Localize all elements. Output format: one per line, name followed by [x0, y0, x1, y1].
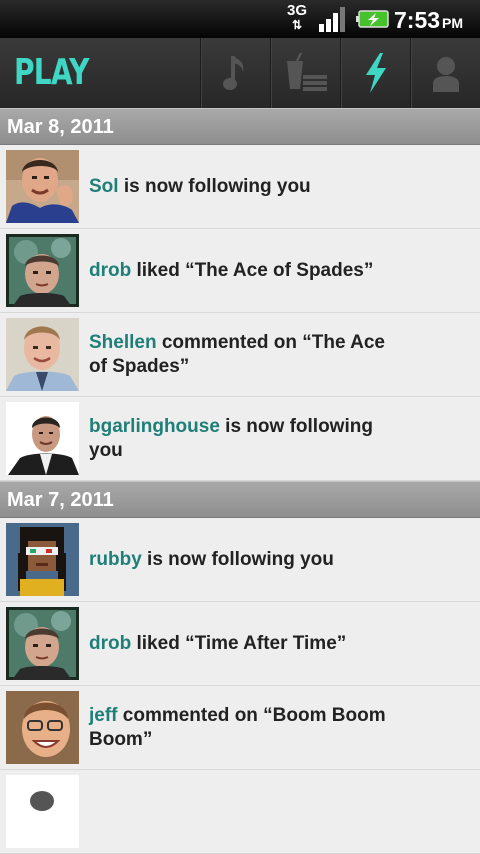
tab-music[interactable] [200, 38, 270, 108]
item-text: drob liked “The Ace of Spades” [89, 229, 389, 313]
activity-feed: Mar 8, 2011 Sol is now following you dro… [0, 108, 480, 854]
item-text: Shellen commented on “The Ace of Spades” [89, 313, 389, 397]
clock: 7:53 PM [394, 6, 478, 34]
item-text [89, 770, 389, 854]
item-text: Sol is now following you [89, 145, 389, 229]
clock-time: 7:53 [394, 7, 441, 33]
list-item[interactable]: bgarlinghouse is now following you [0, 397, 480, 481]
username-link[interactable]: bgarlinghouse [89, 416, 220, 437]
avatar[interactable] [6, 234, 79, 307]
tab-activity[interactable] [340, 38, 410, 108]
username-link[interactable]: drob [89, 260, 131, 281]
music-note-icon [222, 56, 243, 90]
item-text: rubby is now following you [89, 518, 389, 602]
status-bar: 3G ⇅ 7:53 PM [0, 0, 480, 38]
activity-text: commented on “Boom Boom Boom” [89, 705, 386, 750]
avatar[interactable] [6, 775, 79, 848]
list-item[interactable]: jeff commented on “Boom Boom Boom” [0, 686, 480, 770]
date-header: Mar 7, 2011 [0, 481, 480, 518]
avatar[interactable] [6, 150, 79, 223]
activity-text: liked “The Ace of Spades” [131, 260, 374, 281]
activity-text: is now following you [141, 549, 334, 570]
drink-queue-icon [286, 53, 327, 91]
username-link[interactable]: Shellen [89, 332, 157, 353]
clock-ampm: PM [442, 15, 464, 31]
username-link[interactable]: Sol [89, 176, 119, 197]
network-3g-icon: 3G ⇅ [286, 2, 307, 32]
network-type: 3G [286, 2, 307, 19]
item-text: jeff commented on “Boom Boom Boom” [89, 686, 389, 770]
item-text: bgarlinghouse is now following you [89, 397, 389, 481]
avatar[interactable] [6, 691, 79, 764]
signal-icon [319, 7, 345, 32]
list-item[interactable]: drob liked “The Ace of Spades” [0, 229, 480, 313]
list-item[interactable] [0, 770, 480, 854]
list-item[interactable]: Sol is now following you [0, 145, 480, 229]
username-link[interactable]: drob [89, 633, 131, 654]
list-item[interactable]: Shellen commented on “The Ace of Spades” [0, 313, 480, 397]
tab-profile[interactable] [410, 38, 480, 108]
tab-queue[interactable] [270, 38, 340, 108]
avatar[interactable] [6, 318, 79, 391]
date-header: Mar 8, 2011 [0, 108, 480, 145]
activity-text: liked “Time After Time” [131, 633, 347, 654]
item-text: drob liked “Time After Time” [89, 602, 389, 686]
list-item[interactable]: drob liked “Time After Time” [0, 602, 480, 686]
activity-text: is now following you [118, 176, 311, 197]
list-item[interactable]: rubby is now following you [0, 518, 480, 602]
lightning-icon [365, 53, 386, 93]
play-logo[interactable]: PLAY [14, 52, 90, 94]
battery-charging-icon [356, 10, 389, 28]
user-profile-icon [433, 57, 459, 92]
top-toolbar: PLAY [0, 38, 480, 109]
avatar[interactable] [6, 607, 79, 680]
username-link[interactable]: rubby [89, 549, 142, 570]
username-link[interactable]: jeff [89, 705, 118, 726]
avatar[interactable] [6, 402, 79, 475]
avatar[interactable] [6, 523, 79, 596]
